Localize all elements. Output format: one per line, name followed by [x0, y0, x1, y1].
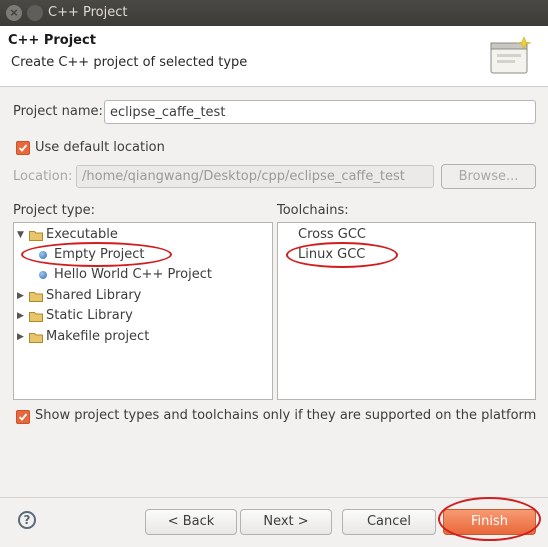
toolchains-label: Toolchains:	[277, 203, 349, 218]
cancel-button[interactable]: Cancel	[342, 509, 436, 535]
tree-item-label: Empty Project	[54, 247, 145, 262]
checkmark-icon	[18, 144, 28, 152]
location-label: Location:	[13, 169, 73, 184]
chevron-right-icon[interactable]: ▶	[17, 286, 24, 306]
tree-item-label: Hello World C++ Project	[54, 267, 212, 282]
project-name-input[interactable]	[104, 100, 536, 124]
tree-item-empty-project[interactable]: Empty Project	[14, 245, 272, 265]
list-item-label: Cross GCC	[298, 227, 366, 242]
tree-item-label: Static Library	[46, 308, 133, 323]
tree-item-label: Executable	[46, 227, 118, 242]
footer-separator	[0, 497, 548, 498]
chevron-right-icon[interactable]: ▶	[17, 327, 24, 347]
tree-item-hello-world[interactable]: Hello World C++ Project	[14, 265, 272, 285]
project-type-tree[interactable]: ▼ Executable Empty Project Hello World C…	[13, 222, 273, 400]
help-icon[interactable]: ?	[18, 511, 36, 529]
finish-button[interactable]: Finish	[443, 509, 536, 535]
wizard-banner-icon	[490, 36, 532, 74]
minimize-icon[interactable]	[27, 5, 43, 21]
next-button[interactable]: Next >	[240, 509, 332, 535]
toolchains-list[interactable]: Cross GCC Linux GCC	[277, 222, 536, 400]
folder-icon	[29, 231, 43, 241]
tree-item-executable[interactable]: ▼ Executable	[14, 225, 272, 245]
project-type-label: Project type:	[13, 203, 96, 218]
wizard-header: C++ Project Create C++ project of select…	[0, 26, 548, 87]
use-default-location-checkbox[interactable]	[16, 141, 30, 155]
project-template-icon	[39, 251, 47, 259]
page-subtitle: Create C++ project of selected type	[11, 55, 248, 70]
folder-icon	[29, 333, 43, 343]
tree-item-static-library[interactable]: ▶ Static Library	[14, 306, 272, 326]
location-input[interactable]	[76, 165, 434, 188]
folder-icon	[29, 312, 43, 322]
folder-icon	[29, 292, 43, 302]
back-button[interactable]: < Back	[145, 509, 237, 535]
chevron-down-icon[interactable]: ▼	[17, 225, 24, 245]
checkmark-icon	[18, 413, 28, 421]
use-default-location-label: Use default location	[35, 140, 165, 155]
list-item-label: Linux GCC	[298, 247, 366, 262]
browse-button[interactable]: Browse...	[441, 164, 536, 189]
tree-item-label: Shared Library	[46, 288, 142, 303]
project-template-icon	[39, 271, 47, 279]
window-title: C++ Project	[48, 5, 128, 20]
project-name-label: Project name:	[13, 104, 103, 119]
chevron-right-icon[interactable]: ▶	[17, 306, 24, 326]
page-title: C++ Project	[8, 33, 96, 48]
supported-only-label: Show project types and toolchains only i…	[35, 408, 537, 423]
window-titlebar: × C++ Project	[0, 0, 548, 26]
toolchain-item-linux-gcc[interactable]: Linux GCC	[278, 245, 535, 265]
tree-item-shared-library[interactable]: ▶ Shared Library	[14, 286, 272, 306]
tree-item-label: Makefile project	[46, 329, 150, 344]
close-icon[interactable]: ×	[6, 5, 22, 21]
supported-only-checkbox[interactable]	[16, 410, 30, 424]
toolchain-item-cross-gcc[interactable]: Cross GCC	[278, 225, 535, 245]
tree-item-makefile-project[interactable]: ▶ Makefile project	[14, 327, 272, 347]
